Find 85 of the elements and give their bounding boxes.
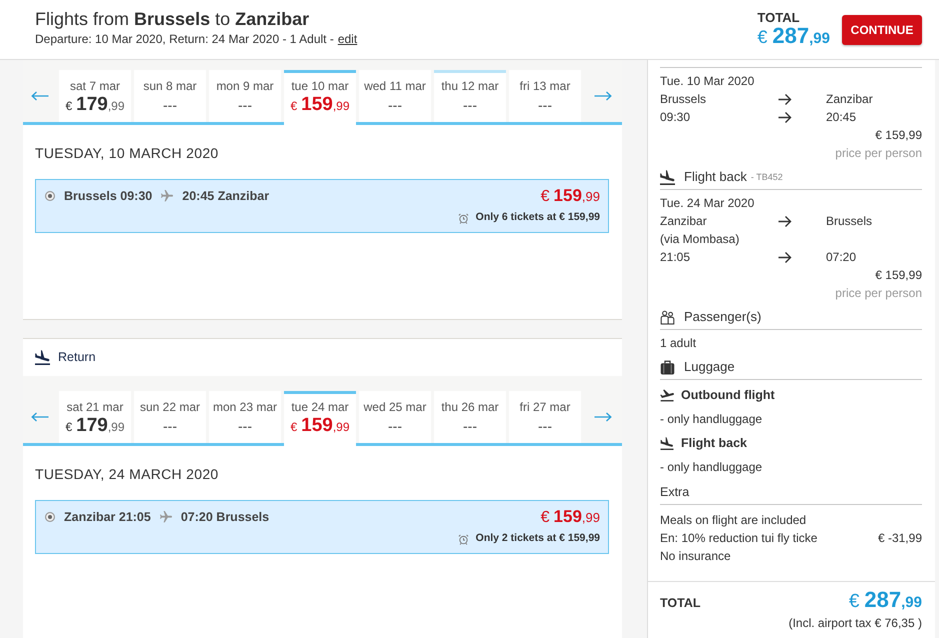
plane-icon — [161, 190, 174, 202]
arrow-right-icon — [778, 252, 792, 262]
date-tab[interactable]: mon 9 mar --- — [209, 70, 281, 122]
date-tab[interactable]: sun 22 mar --- — [134, 391, 206, 443]
arrow-right-icon — [594, 412, 612, 422]
date-heading: TUESDAY, 10 MARCH 2020 — [34, 144, 220, 163]
flight-option[interactable]: Zanzibar 21:05 07:20 Brussels € 159,99 Only 2 tickets at € 159,99 — [35, 500, 609, 554]
extra-text: No insurance — [660, 548, 731, 565]
date-tab[interactable]: fri 27 mar --- — [509, 391, 581, 443]
luggage-text: - only handluggage — [660, 411, 764, 428]
arrow-right-icon — [594, 91, 612, 101]
route-text: Brussels — [826, 213, 874, 230]
date-tab[interactable]: wed 25 mar --- — [359, 391, 431, 443]
arrival-text: 07:20 Brussels — [180, 508, 270, 526]
luggage-group-title: Flight back — [681, 435, 747, 452]
passenger-text: 1 adult — [660, 335, 698, 352]
arrow-right-icon — [778, 94, 792, 104]
trip-details: Departure: 10 Mar 2020, Return: 24 Mar 2020 - 1 Adult - — [35, 31, 334, 47]
date-tab[interactable]: thu 26 mar --- — [434, 391, 506, 443]
extra-amount: € -31,99 — [878, 530, 922, 547]
page-title: Flights from Brussels to Zanzibar — [35, 8, 310, 31]
date-tab[interactable]: wed 11 mar --- — [359, 70, 431, 122]
date-tab[interactable]: sat 7 mar € 179,99 — [59, 70, 131, 122]
availability-notice: Only 6 tickets at € 159,99 — [476, 210, 600, 226]
date-tab[interactable]: thu 12 mar --- — [434, 70, 506, 122]
date-tab[interactable]: sat 21 mar € 179,99 — [59, 391, 131, 443]
flight-date: Tue. 24 Mar 2020 — [660, 195, 756, 212]
radio-button[interactable] — [45, 512, 55, 522]
flight-code: - TB452 — [750, 171, 783, 184]
luggage-group-title: Outbound flight — [681, 387, 775, 404]
flight-option[interactable]: Brussels 09:30 20:45 Zanzibar € 159,99 Only 6 tickets at € 159,99 — [35, 179, 609, 233]
price-note: price per person — [834, 285, 922, 302]
suitcase-icon — [660, 360, 675, 374]
fare-price: € 159,99 — [540, 506, 600, 528]
radio-button[interactable] — [45, 191, 55, 201]
alarm-clock-icon — [458, 212, 469, 224]
landing-plane-icon — [660, 170, 675, 184]
landing-plane-icon — [660, 436, 674, 450]
section-title: Luggage — [684, 358, 735, 376]
arrow-right-icon — [778, 216, 792, 226]
route-text: 21:05 — [660, 249, 692, 266]
alarm-clock-icon — [458, 534, 469, 544]
passengers-icon — [660, 310, 675, 324]
availability-notice: Only 2 tickets at € 159,99 — [476, 531, 600, 546]
route-text: (via Mombasa) — [660, 231, 740, 248]
departure-text: Zanzibar 21:05 — [64, 508, 151, 526]
total-price: € 287,99 — [757, 25, 830, 50]
arrow-left-icon — [30, 91, 48, 101]
route-text: 20:45 — [826, 109, 858, 126]
extra-text: Meals on flight are included — [660, 512, 806, 529]
takeoff-plane-icon — [660, 388, 674, 402]
arrow-left-icon — [30, 412, 48, 422]
luggage-text: - only handluggage — [660, 459, 764, 476]
route-text: 07:20 — [826, 249, 858, 266]
continue-button[interactable]: CONTINUE — [842, 15, 922, 45]
landing-plane-icon — [35, 350, 50, 365]
total-label: TOTAL — [757, 11, 801, 25]
price-text: € 159,99 — [874, 127, 922, 144]
route-text: Zanzibar — [826, 91, 874, 108]
extra-text: En: 10% reduction tui fly ticke — [660, 530, 818, 547]
price-note: price per person — [834, 145, 922, 162]
date-tab[interactable]: tue 10 mar € 159,99 — [284, 70, 356, 125]
date-tab[interactable]: tue 24 mar € 159,99 — [284, 391, 356, 446]
total-price: € 287,99 — [848, 588, 922, 614]
section-title: Extra — [660, 484, 690, 501]
departure-text: Brussels 09:30 — [64, 188, 152, 205]
date-tab[interactable]: mon 23 mar --- — [209, 391, 281, 443]
edit-link[interactable]: edit — [338, 31, 358, 47]
total-label: TOTAL — [660, 595, 701, 612]
date-tab[interactable]: sun 8 mar --- — [134, 70, 206, 122]
section-title: Flight back — [684, 168, 747, 186]
route-text: Zanzibar — [660, 213, 708, 230]
date-tab[interactable]: fri 13 mar --- — [509, 70, 581, 122]
tax-note: (Incl. airport tax € 76,35 ) — [788, 615, 922, 631]
fare-price: € 159,99 — [540, 186, 600, 206]
price-text: € 159,99 — [874, 267, 922, 284]
route-text: 09:30 — [660, 109, 692, 126]
section-title: Passenger(s) — [684, 308, 762, 326]
section-title: Return — [58, 349, 96, 366]
route-text: Brussels — [660, 91, 708, 108]
arrow-right-icon — [778, 112, 792, 122]
arrival-text: 20:45 Zanzibar — [182, 188, 270, 205]
date-heading: TUESDAY, 24 MARCH 2020 — [34, 465, 220, 484]
flight-date: Tue. 10 Mar 2020 — [660, 73, 756, 90]
plane-icon — [160, 511, 172, 523]
